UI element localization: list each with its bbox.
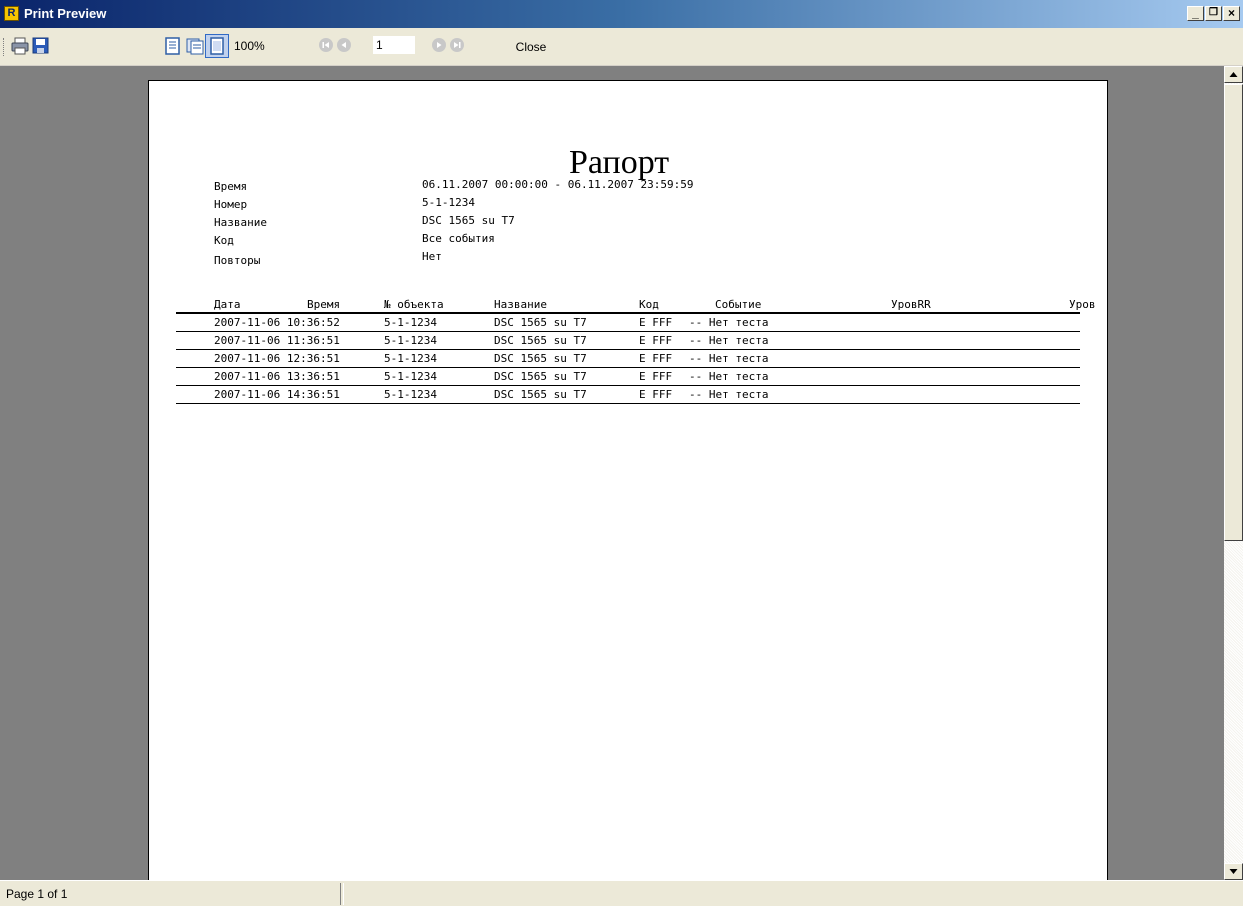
zoom-level[interactable]: 100% [234,37,265,55]
status-bar [0,880,1243,906]
row-1-object: 5-1-1234 [384,316,437,329]
row-3-object: 5-1-1234 [384,352,437,365]
close-window-button[interactable]: × [1223,6,1240,21]
window-title: Print Preview [24,6,107,21]
row-3-code: E FFF [639,352,673,365]
row-5-code: E FFF [639,388,673,401]
header-label-code: Код [214,234,234,247]
last-page-icon[interactable] [450,38,464,52]
column-header-event: Событие [715,298,762,311]
previous-page-icon[interactable] [337,38,351,52]
column-header-level-rr: УровRR [891,298,931,311]
row-rule [176,367,1080,368]
app-icon: R [4,6,19,21]
column-header-level: Уров [1069,298,1096,311]
row-4-name: DSC 1565 su T7 [494,370,587,383]
row-5-event: -- Нет теста [689,388,769,401]
column-header-time: Время [307,298,341,311]
minimize-button[interactable]: _ [1187,6,1204,21]
header-label-repeats: Повторы [214,254,261,267]
row-5-datetime: 2007-11-06 14:36:51 [214,388,340,401]
header-rule [176,312,1080,314]
scroll-down-arrow-icon[interactable] [1224,863,1243,880]
single-page-icon[interactable] [163,37,183,55]
row-rule [176,403,1080,404]
header-value-number: 5-1-1234 [422,196,475,209]
header-label-name: Название [214,216,267,229]
scrollbar-thumb[interactable] [1224,84,1243,541]
header-value-code: Все события [422,232,495,245]
column-header-date: Дата [214,298,241,311]
scroll-up-arrow-icon[interactable] [1224,66,1243,83]
toolbar-grip[interactable] [3,38,7,56]
row-4-event: -- Нет теста [689,370,769,383]
row-2-name: DSC 1565 su T7 [494,334,587,347]
row-1-name: DSC 1565 su T7 [494,316,587,329]
header-value-repeats: Нет [422,250,442,263]
report-page: Рапорт Время 06.11.2007 00:00:00 - 06.11… [148,80,1108,880]
vertical-scrollbar[interactable] [1224,66,1243,880]
printer-icon[interactable] [10,37,30,55]
preview-area[interactable]: Рапорт Время 06.11.2007 00:00:00 - 06.11… [0,66,1224,880]
row-3-event: -- Нет теста [689,352,769,365]
column-header-code: Код [639,298,659,311]
page-number-input[interactable]: 1 [372,35,416,55]
floppy-disk-icon[interactable] [31,37,51,55]
row-4-code: E FFF [639,370,673,383]
report-title: Рапорт [569,144,670,181]
row-1-datetime: 2007-11-06 10:36:52 [214,316,340,329]
header-label-time: Время [214,180,248,193]
row-5-name: DSC 1565 su T7 [494,388,587,401]
page-status: Page 1 of 1 [6,887,68,901]
row-1-event: -- Нет теста [689,316,769,329]
row-2-datetime: 2007-11-06 11:36:51 [214,334,340,347]
header-value-time: 06.11.2007 00:00:00 - 06.11.2007 23:59:5… [422,178,694,191]
row-2-object: 5-1-1234 [384,334,437,347]
two-page-icon[interactable] [185,37,205,55]
column-header-object: № объекта [384,298,444,311]
first-page-icon[interactable] [319,38,333,52]
close-button[interactable]: Close [509,36,553,58]
column-header-name: Название [494,298,547,311]
full-page-icon[interactable] [205,34,229,58]
header-value-name: DSC 1565 su T7 [422,214,515,227]
row-3-datetime: 2007-11-06 12:36:51 [214,352,340,365]
status-separator [340,883,344,905]
title-bar [0,0,1243,28]
row-5-object: 5-1-1234 [384,388,437,401]
row-rule [176,385,1080,386]
header-label-number: Номер [214,198,248,211]
row-1-code: E FFF [639,316,673,329]
row-3-name: DSC 1565 su T7 [494,352,587,365]
row-rule [176,331,1080,332]
row-4-object: 5-1-1234 [384,370,437,383]
row-4-datetime: 2007-11-06 13:36:51 [214,370,340,383]
restore-button[interactable]: ❐ [1205,6,1222,21]
row-rule [176,349,1080,350]
row-2-code: E FFF [639,334,673,347]
row-2-event: -- Нет теста [689,334,769,347]
next-page-icon[interactable] [432,38,446,52]
